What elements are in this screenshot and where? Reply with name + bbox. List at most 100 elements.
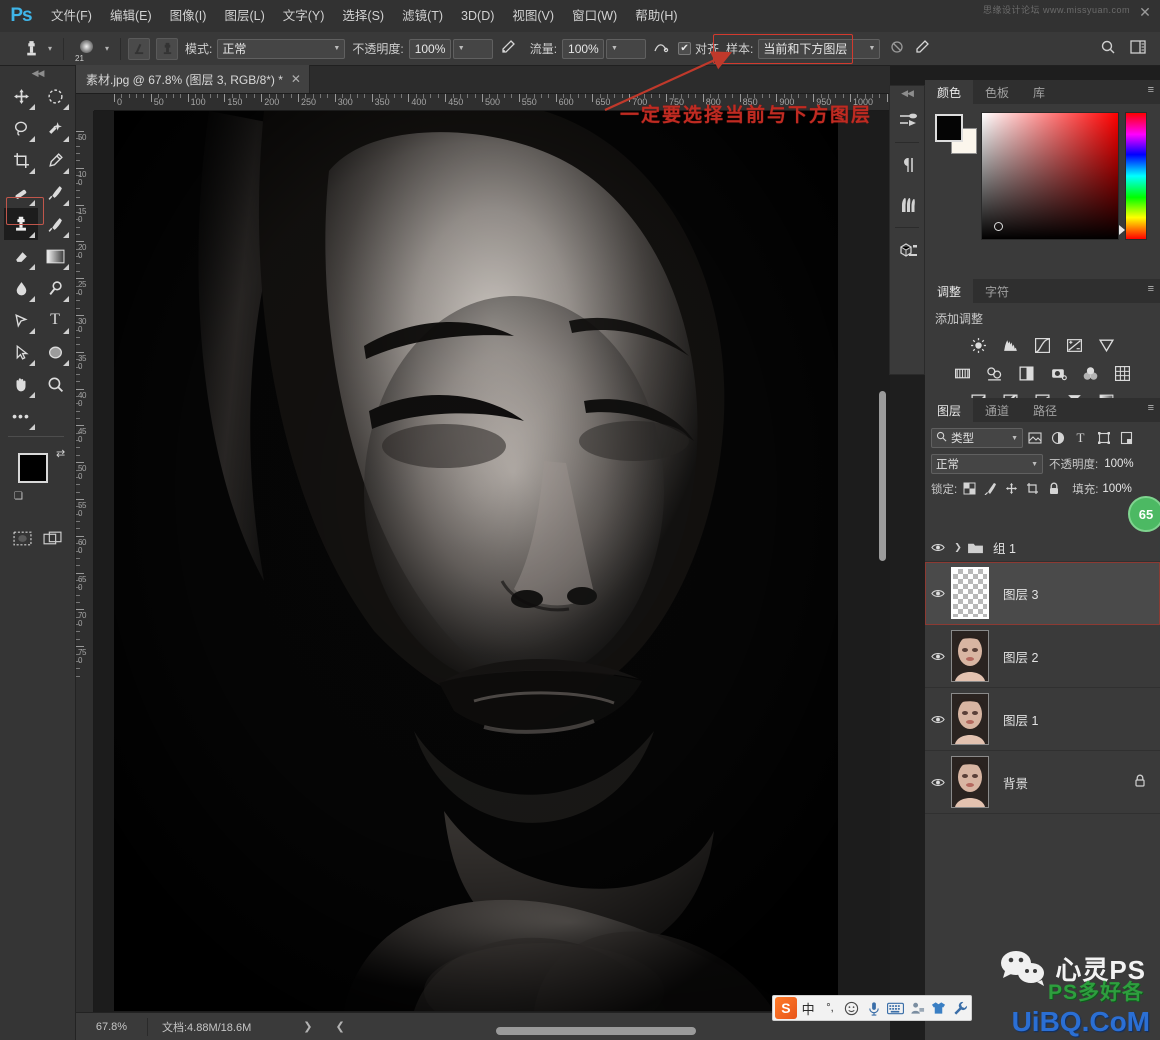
- layer-row-group[interactable]: ❯ 组 1: [925, 534, 1160, 562]
- canvas-area[interactable]: [94, 111, 890, 1012]
- layer-name[interactable]: 图层 3: [1003, 584, 1038, 603]
- canvas-horizontal-scrollbar[interactable]: [496, 1027, 696, 1035]
- ime-voice-icon[interactable]: [863, 997, 884, 1019]
- ime-emoji-icon[interactable]: [841, 997, 862, 1019]
- dodge-tool[interactable]: [38, 272, 72, 304]
- blend-mode-select[interactable]: 正常 ▼: [217, 38, 346, 59]
- channel-mixer-icon[interactable]: [1078, 362, 1104, 384]
- clone-stamp-tool[interactable]: [4, 208, 38, 240]
- tab-color[interactable]: 颜色: [925, 80, 974, 104]
- layer-row[interactable]: 图层 2: [925, 625, 1160, 688]
- document-tab[interactable]: 素材.jpg @ 67.8% (图层 3, RGB/8*) * ✕: [76, 65, 310, 93]
- workspace-switcher-icon[interactable]: [1130, 40, 1146, 57]
- eye-icon[interactable]: [925, 651, 951, 662]
- smartobject-filter-icon[interactable]: [1115, 428, 1138, 448]
- lock-all-icon[interactable]: [1045, 480, 1062, 497]
- layer-opacity-value[interactable]: 100%: [1104, 458, 1133, 470]
- brush-settings-icon[interactable]: [890, 100, 926, 140]
- brush-tool[interactable]: [38, 176, 72, 208]
- edit-toolbar-tool[interactable]: •••: [4, 400, 38, 432]
- photo-filter-icon[interactable]: [1046, 362, 1072, 384]
- layer-name[interactable]: 背景: [1003, 773, 1028, 792]
- menu-edit[interactable]: 编辑(E): [101, 0, 161, 32]
- menu-file[interactable]: 文件(F): [42, 0, 101, 32]
- lock-transparent-icon[interactable]: [961, 480, 978, 497]
- pen-tool[interactable]: [4, 304, 38, 336]
- foreground-color-swatch[interactable]: [18, 453, 48, 483]
- menu-select[interactable]: 选择(S): [333, 0, 393, 32]
- screen-mode-icon[interactable]: [40, 527, 64, 549]
- menu-view[interactable]: 视图(V): [503, 0, 563, 32]
- layer-thumbnail[interactable]: [951, 693, 989, 745]
- 3d-icon[interactable]: [890, 230, 926, 270]
- menu-filter[interactable]: 滤镜(T): [393, 0, 452, 32]
- layer-name[interactable]: 图层 1: [1003, 710, 1038, 729]
- ellipse-tool[interactable]: [38, 336, 72, 368]
- panel-menu-icon[interactable]: ≡: [1148, 403, 1154, 414]
- layer-thumbnail[interactable]: [951, 756, 989, 808]
- adjustment-filter-icon[interactable]: [1046, 428, 1069, 448]
- document-image[interactable]: [114, 111, 838, 1011]
- layer-row[interactable]: 背景: [925, 751, 1160, 814]
- curves-icon[interactable]: [1030, 334, 1056, 356]
- vertical-ruler[interactable]: 5010015020025030035040045050055060065070…: [76, 111, 94, 1012]
- quick-selection-tool[interactable]: [38, 112, 72, 144]
- window-close-button[interactable]: ✕: [1136, 4, 1154, 20]
- layer-thumbnail[interactable]: [951, 567, 989, 619]
- brightness-contrast-icon[interactable]: [966, 334, 992, 356]
- sample-select[interactable]: 当前和下方图层 ▼: [758, 38, 881, 59]
- tab-layers[interactable]: 图层: [925, 398, 974, 422]
- toolbar-collapse-grip[interactable]: ◀◀: [0, 66, 75, 80]
- healing-brush-tool[interactable]: [4, 176, 38, 208]
- layer-blend-mode-select[interactable]: 正常 ▼: [931, 454, 1043, 474]
- quick-mask-icon[interactable]: [11, 527, 35, 549]
- ime-keyboard-icon[interactable]: [885, 997, 906, 1019]
- gradient-tool[interactable]: [38, 240, 72, 272]
- chevron-right-icon[interactable]: ❯: [951, 542, 965, 553]
- layer-name[interactable]: 组 1: [993, 538, 1016, 557]
- hand-tool[interactable]: [4, 368, 38, 400]
- zoom-tool[interactable]: [38, 368, 72, 400]
- eye-icon[interactable]: [925, 588, 951, 599]
- crop-tool[interactable]: [4, 144, 38, 176]
- eraser-tool[interactable]: [4, 240, 38, 272]
- type-tool[interactable]: T: [38, 304, 72, 336]
- eye-icon[interactable]: [925, 777, 951, 788]
- lasso-tool[interactable]: [4, 112, 38, 144]
- default-colors-icon[interactable]: ❏: [14, 491, 23, 502]
- lock-image-icon[interactable]: [982, 480, 999, 497]
- color-balance-icon[interactable]: [982, 362, 1008, 384]
- tablet-pressure-icon[interactable]: [914, 39, 930, 58]
- opacity-pressure-toggle[interactable]: ▼: [452, 38, 493, 59]
- canvas-vertical-scrollbar[interactable]: [879, 391, 886, 561]
- airbrush-icon[interactable]: [500, 39, 516, 58]
- menu-help[interactable]: 帮助(H): [626, 0, 686, 32]
- exposure-icon[interactable]: [1062, 334, 1088, 356]
- levels-icon[interactable]: [998, 334, 1024, 356]
- history-brush-tool[interactable]: [38, 208, 72, 240]
- layer-filter-select[interactable]: 类型 ▼: [931, 428, 1023, 448]
- black-white-icon[interactable]: [1014, 362, 1040, 384]
- layer-row[interactable]: 图层 1: [925, 688, 1160, 751]
- pixel-filter-icon[interactable]: [1023, 428, 1046, 448]
- color-spectrum-field[interactable]: [981, 112, 1119, 240]
- move-tool[interactable]: [4, 80, 38, 112]
- layer-row[interactable]: 图层 3: [925, 562, 1160, 625]
- ime-chinese-mode[interactable]: 中: [798, 997, 819, 1019]
- menu-image[interactable]: 图像(I): [161, 0, 216, 32]
- tab-character[interactable]: 字符: [973, 279, 1021, 303]
- tab-paths[interactable]: 路径: [1021, 398, 1069, 422]
- brushes-icon[interactable]: [890, 185, 926, 225]
- panel-menu-icon[interactable]: ≡: [1148, 284, 1154, 295]
- close-icon[interactable]: ✕: [291, 72, 301, 86]
- hue-saturation-icon[interactable]: [950, 362, 976, 384]
- ime-settings-icon[interactable]: [950, 997, 971, 1019]
- type-filter-icon[interactable]: T: [1069, 428, 1092, 448]
- hue-strip[interactable]: [1119, 112, 1147, 240]
- foreground-color-swatch[interactable]: [935, 114, 963, 142]
- fill-value[interactable]: 100%: [1102, 483, 1131, 495]
- search-icon[interactable]: [1100, 39, 1116, 58]
- color-lookup-icon[interactable]: [1110, 362, 1136, 384]
- clone-source-icon[interactable]: [156, 37, 178, 60]
- path-selection-tool[interactable]: [4, 336, 38, 368]
